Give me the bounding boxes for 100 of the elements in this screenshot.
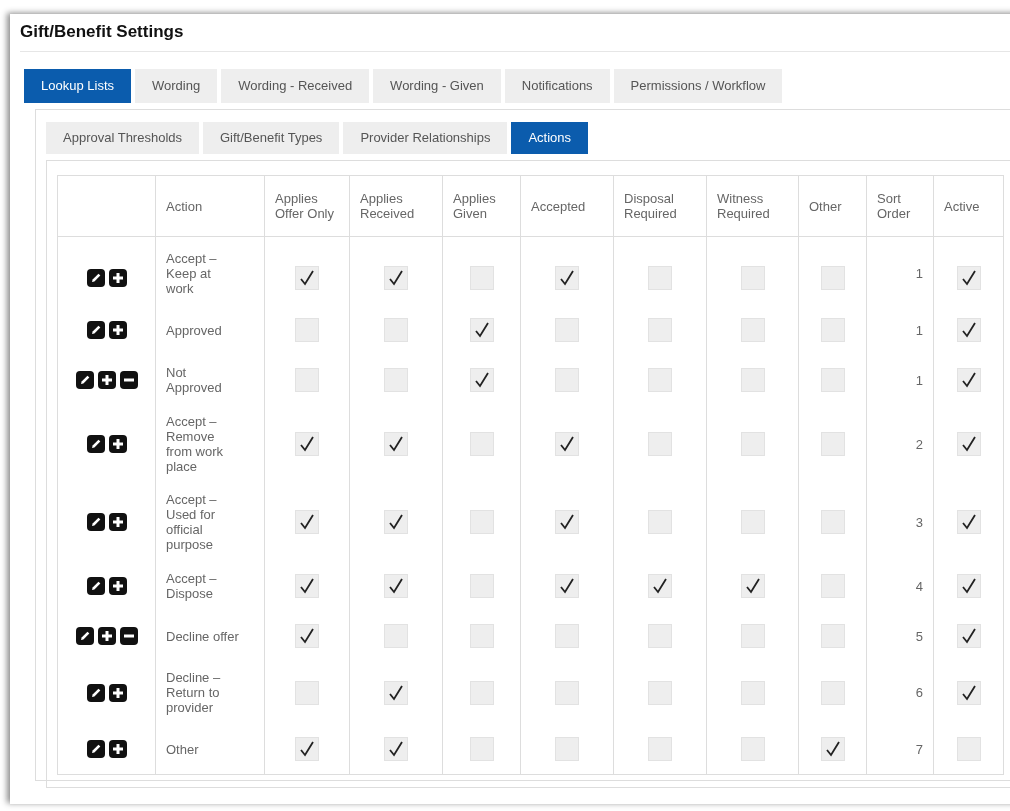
- checkbox[interactable]: [555, 318, 579, 342]
- checkbox[interactable]: [555, 624, 579, 648]
- checkbox[interactable]: [740, 574, 765, 598]
- checkbox[interactable]: [740, 368, 765, 392]
- checkbox[interactable]: [384, 368, 408, 392]
- checkbox[interactable]: [469, 368, 494, 392]
- tab[interactable]: Wording - Received: [221, 69, 370, 103]
- checkbox[interactable]: [956, 574, 981, 598]
- add-icon[interactable]: [97, 627, 116, 645]
- checkbox[interactable]: [648, 368, 672, 392]
- remove-icon[interactable]: [119, 627, 138, 645]
- checkbox[interactable]: [384, 680, 408, 705]
- checkbox[interactable]: [740, 624, 765, 648]
- tab[interactable]: Wording - Given: [373, 69, 501, 103]
- sub-tab[interactable]: Actions: [511, 122, 589, 154]
- checkbox[interactable]: [956, 368, 981, 392]
- checkbox[interactable]: [384, 318, 408, 342]
- checkbox[interactable]: [384, 510, 408, 534]
- checkbox[interactable]: [384, 432, 408, 456]
- checkbox[interactable]: [648, 510, 672, 534]
- checkbox[interactable]: [469, 510, 494, 534]
- checkbox[interactable]: [740, 318, 765, 342]
- edit-icon[interactable]: [86, 577, 105, 595]
- checkbox[interactable]: [740, 737, 765, 761]
- edit-icon[interactable]: [86, 740, 105, 758]
- tab[interactable]: Wording: [135, 69, 218, 103]
- remove-icon[interactable]: [119, 371, 138, 389]
- checkbox[interactable]: [820, 624, 845, 648]
- checkbox[interactable]: [648, 624, 672, 648]
- sub-tab[interactable]: Approval Thresholds: [46, 122, 199, 154]
- checkbox[interactable]: [555, 266, 579, 290]
- checkbox[interactable]: [295, 624, 319, 648]
- checkbox[interactable]: [820, 510, 845, 534]
- checkbox[interactable]: [295, 510, 319, 534]
- checkbox[interactable]: [956, 680, 981, 705]
- checkbox[interactable]: [469, 574, 494, 598]
- checkbox[interactable]: [295, 574, 319, 598]
- add-icon[interactable]: [108, 269, 127, 287]
- add-icon[interactable]: [108, 513, 127, 531]
- checkbox[interactable]: [555, 680, 579, 705]
- sub-tab[interactable]: Provider Relationships: [343, 122, 508, 154]
- checkbox[interactable]: [295, 318, 319, 342]
- add-icon[interactable]: [108, 740, 127, 758]
- add-icon[interactable]: [108, 683, 127, 702]
- checkbox[interactable]: [295, 680, 319, 705]
- checkbox[interactable]: [384, 574, 408, 598]
- edit-icon[interactable]: [86, 321, 105, 339]
- checkbox[interactable]: [956, 318, 981, 342]
- checkbox[interactable]: [384, 266, 408, 290]
- checkbox[interactable]: [648, 266, 672, 290]
- checkbox[interactable]: [820, 432, 845, 456]
- checkbox[interactable]: [469, 432, 494, 456]
- add-icon[interactable]: [108, 321, 127, 339]
- checkbox[interactable]: [820, 737, 845, 761]
- tab[interactable]: Permissions / Workflow: [613, 69, 783, 103]
- add-icon[interactable]: [108, 577, 127, 595]
- checkbox[interactable]: [820, 680, 845, 705]
- checkbox[interactable]: [648, 680, 672, 705]
- edit-icon[interactable]: [75, 371, 94, 389]
- checkbox[interactable]: [648, 318, 672, 342]
- add-icon[interactable]: [108, 435, 127, 453]
- checkbox[interactable]: [648, 737, 672, 761]
- checkbox[interactable]: [740, 680, 765, 705]
- edit-icon[interactable]: [75, 627, 94, 645]
- checkbox[interactable]: [555, 510, 579, 534]
- add-icon[interactable]: [97, 371, 116, 389]
- checkbox[interactable]: [555, 574, 579, 598]
- edit-icon[interactable]: [86, 269, 105, 287]
- checkbox[interactable]: [820, 574, 845, 598]
- checkbox[interactable]: [820, 266, 845, 290]
- checkbox[interactable]: [820, 368, 845, 392]
- checkbox[interactable]: [956, 624, 981, 648]
- checkbox[interactable]: [555, 368, 579, 392]
- checkbox[interactable]: [956, 266, 981, 290]
- checkbox[interactable]: [555, 432, 579, 456]
- checkbox[interactable]: [820, 318, 845, 342]
- sub-tab[interactable]: Gift/Benefit Types: [203, 122, 340, 154]
- checkbox[interactable]: [555, 737, 579, 761]
- checkbox[interactable]: [956, 432, 981, 456]
- edit-icon[interactable]: [86, 683, 105, 702]
- checkbox[interactable]: [740, 510, 765, 534]
- checkbox[interactable]: [956, 510, 981, 534]
- checkbox[interactable]: [740, 432, 765, 456]
- checkbox[interactable]: [295, 432, 319, 456]
- checkbox[interactable]: [469, 680, 494, 705]
- checkbox[interactable]: [648, 574, 672, 598]
- checkbox[interactable]: [295, 266, 319, 290]
- checkbox[interactable]: [956, 737, 981, 761]
- tab[interactable]: Notifications: [504, 69, 610, 103]
- checkbox[interactable]: [295, 737, 319, 761]
- checkbox[interactable]: [469, 737, 494, 761]
- checkbox[interactable]: [469, 266, 494, 290]
- checkbox[interactable]: [384, 624, 408, 648]
- checkbox[interactable]: [648, 432, 672, 456]
- edit-icon[interactable]: [86, 435, 105, 453]
- checkbox[interactable]: [384, 737, 408, 761]
- tab[interactable]: Lookup Lists: [24, 69, 131, 103]
- checkbox[interactable]: [469, 624, 494, 648]
- checkbox[interactable]: [295, 368, 319, 392]
- checkbox[interactable]: [740, 266, 765, 290]
